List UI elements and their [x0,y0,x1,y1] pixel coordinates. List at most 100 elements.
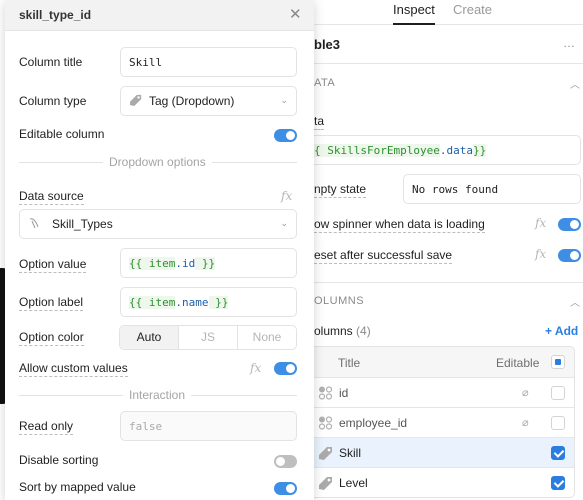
table-row[interactable]: employee_id ⌀ [306,408,574,438]
editable-checkbox[interactable] [551,416,565,430]
option-value-input[interactable]: {{ item.id }} [120,248,297,278]
option-color-js[interactable]: JS [178,326,237,349]
section-title-data[interactable]: ATA [314,77,335,89]
editable-checkbox[interactable] [551,386,565,400]
columns-table: Title Editable id ⌀ employee_id ⌀ Skill [305,346,575,498]
code-close: }} [208,296,229,309]
option-color-auto[interactable]: Auto [120,326,178,349]
option-value-label: Option value [19,257,87,273]
reset-toggle[interactable] [558,249,581,262]
code-close: }} [472,144,487,157]
data-label: ta [314,114,325,130]
grid-icon [318,386,333,400]
empty-state-label: npty state [314,182,367,198]
column-title-input[interactable]: Skill [120,47,297,77]
read-only-input[interactable]: false [120,411,297,441]
table-row[interactable]: Skill [306,438,574,468]
section-title-columns[interactable]: OLUMNS [314,295,364,307]
table-row[interactable]: id ⌀ [306,378,574,408]
allow-custom-values-toggle[interactable] [274,362,297,375]
editable-column-toggle[interactable] [274,129,297,142]
chevron-up-icon[interactable]: ︿ [570,294,580,309]
code-ident: item [148,257,176,270]
chevron-down-icon: ⌄ [280,95,288,105]
sort-mapped-value-label: Sort by mapped value [19,480,136,494]
sort-mapped-value-toggle[interactable] [274,482,297,495]
chevron-up-icon[interactable]: ︿ [570,76,580,91]
header-title: Title [338,356,361,370]
grid-icon [318,416,333,430]
editable-checkbox[interactable] [551,476,565,490]
select-all-editable-checkbox[interactable] [551,355,565,369]
close-icon[interactable]: ✕ [289,5,302,23]
row-label: employee_id [339,416,408,430]
code-open: {{ [129,257,149,270]
code-prop: .id [175,257,196,270]
allow-custom-values-label: Allow custom values [19,361,128,377]
header-editable: Editable [496,356,540,370]
code-ident: SkillsForEmployee [327,144,440,157]
option-color-label: Option color [19,330,84,346]
option-label-label: Option label [19,295,84,311]
option-color-none[interactable]: None [237,326,296,349]
code-close: }} [195,257,216,270]
column-type-value: Tag (Dropdown) [149,94,235,108]
more-options-icon[interactable]: … [563,36,575,50]
code-open: {{ [129,296,149,309]
fx-icon[interactable]: fx [535,216,546,230]
spinner-label: ow spinner when data is loading [314,217,485,233]
spinner-toggle[interactable] [558,218,581,231]
read-only-label: Read only [19,419,74,435]
code-open: { [314,144,328,157]
disable-sorting-label: Disable sorting [19,453,99,467]
app-stage: Inspect Create ble3 … ATA ︿ ta { SkillsF… [0,0,583,500]
add-column-button[interactable]: + Add [545,324,578,338]
row-label: Skill [339,446,362,460]
columns-count-label: olumns (4) [314,324,371,338]
fx-icon[interactable]: fx [250,361,261,375]
row-label: Level [339,476,368,490]
code-ident: item [148,296,176,309]
disable-sorting-toggle[interactable] [274,455,297,468]
fx-icon[interactable]: fx [281,189,292,203]
fx-icon[interactable]: fx [535,247,546,261]
option-color-segmented-control: Auto JS None [119,325,297,350]
data-input[interactable]: { SkillsForEmployee.data}} [305,135,581,165]
tab-create[interactable]: Create [453,2,492,17]
code-prop: .data [439,144,473,157]
editable-checkbox[interactable] [551,446,565,460]
empty-state-input[interactable]: No rows found [403,174,581,204]
interaction-heading: Interaction [123,388,192,402]
query-icon [29,218,39,229]
row-label: id [339,386,349,400]
column-settings-popover: skill_type_id ✕ Column title Skill Colum… [5,0,314,500]
divider [305,282,583,283]
tag-icon [319,447,332,460]
column-type-label: Column type [19,94,87,108]
option-label-input[interactable]: {{ item.name }} [120,287,297,317]
columns-label-text: olumns [314,324,353,338]
component-name[interactable]: ble3 [314,37,340,52]
column-title-label: Column title [19,55,83,69]
data-source-select[interactable]: Skill_Types ⌄ [19,209,297,239]
active-tab-indicator [393,23,435,25]
popover-title: skill_type_id [19,8,92,22]
chevron-down-icon: ⌄ [280,218,288,228]
code-prop: .name [175,296,209,309]
data-source-value: Skill_Types [52,217,113,231]
columns-count: (4) [356,324,371,338]
tag-icon [130,94,142,106]
divider [305,63,583,64]
eye-slash-icon[interactable]: ⌀ [522,386,529,399]
reset-label: eset after successful save [314,248,453,264]
editable-column-label: Editable column [19,127,105,141]
column-type-select[interactable]: Tag (Dropdown) ⌄ [120,86,297,116]
eye-slash-icon[interactable]: ⌀ [522,416,529,429]
tab-inspect[interactable]: Inspect [393,2,435,17]
table-row[interactable]: Level [306,468,574,497]
popover-header: skill_type_id ✕ [5,0,314,31]
dropdown-options-heading: Dropdown options [103,155,212,169]
tag-icon [319,477,332,490]
data-source-label: Data source [19,189,84,205]
columns-table-header: Title Editable [306,347,574,378]
